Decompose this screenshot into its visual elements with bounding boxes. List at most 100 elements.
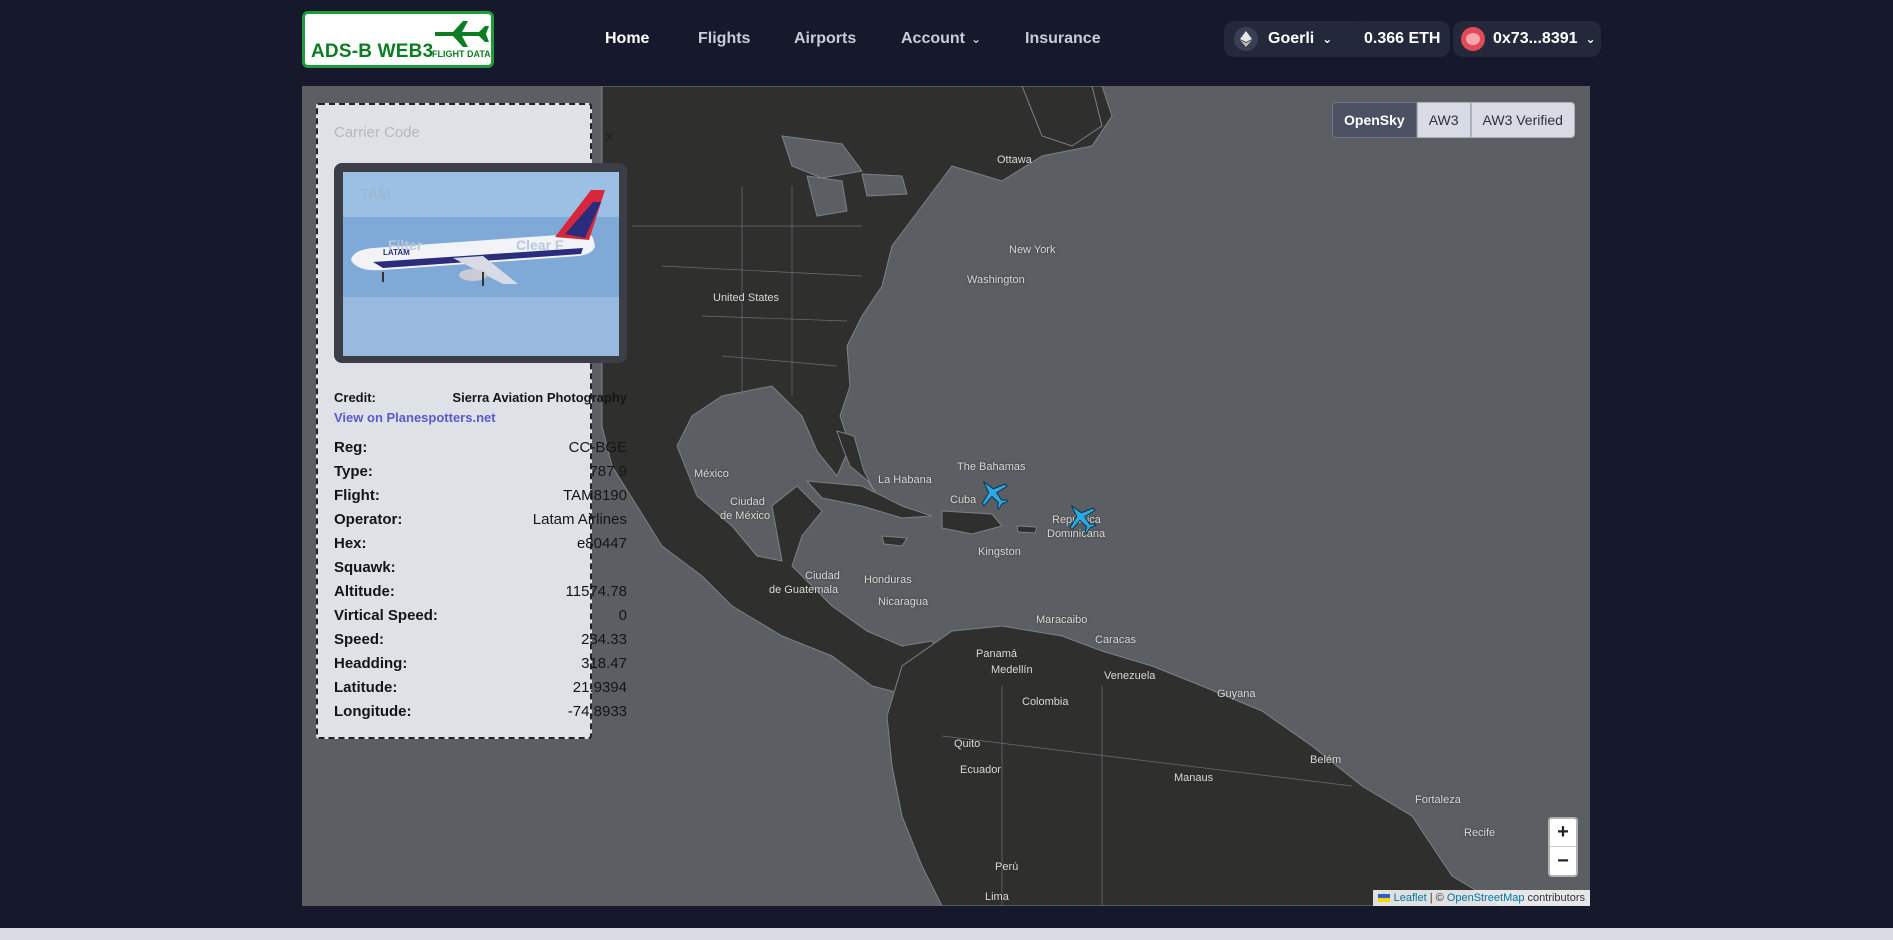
layer-aw3-verified-button[interactable]: AW3 Verified	[1470, 102, 1575, 138]
detail-row-hex: Hex: e80447	[334, 531, 627, 555]
map-label-ottawa: Ottawa	[997, 154, 1032, 166]
nav-insurance[interactable]: Insurance	[1025, 30, 1101, 48]
map-label-ecuador: Ecuador	[960, 764, 1001, 776]
detail-label: Virtical Speed:	[334, 606, 438, 624]
clear-filter-button[interactable]: Clear F	[516, 237, 563, 253]
chevron-down-icon: ⌄	[1322, 32, 1333, 46]
leaflet-link[interactable]: Leaflet	[1394, 892, 1427, 904]
map-label-manaus: Manaus	[1174, 772, 1214, 784]
nav-account-label: Account	[901, 30, 965, 47]
detail-row-type: Type: 787 9	[334, 459, 627, 483]
close-icon[interactable]: ×	[604, 127, 615, 149]
nav-account[interactable]: Account ⌄	[901, 30, 981, 48]
detail-label: Altitude:	[334, 582, 395, 600]
detail-label: Speed:	[334, 630, 385, 648]
attribution-contributors: contributors	[1524, 892, 1585, 904]
planespotters-link[interactable]: View on Planespotters.net	[334, 410, 496, 425]
map-label-guyana: Guyana	[1217, 688, 1256, 700]
detail-value: 0	[618, 606, 627, 624]
layer-opensky-button[interactable]: OpenSky	[1332, 102, 1417, 138]
detail-row-latitude: Latitude: 21.9394	[334, 675, 627, 699]
credit-value: Sierra Aviation Photography	[452, 390, 627, 405]
detail-label: Type:	[334, 462, 373, 480]
os-taskbar	[0, 928, 1893, 940]
detail-value: Latam Airlines	[532, 510, 627, 528]
chevron-down-icon: ⌄	[971, 32, 982, 46]
detail-value: 318.47	[581, 654, 627, 672]
detail-label: Flight:	[334, 486, 380, 504]
map-label-panama: Panamá	[976, 648, 1017, 660]
ukraine-flag-icon	[1377, 894, 1390, 903]
map-label-washington: Washington	[967, 274, 1025, 286]
map-attribution: Leaflet | © OpenStreetMap contributors	[1372, 890, 1590, 906]
map-label-maracaibo: Maracaibo	[1036, 614, 1088, 626]
map-label-belem: Belém	[1310, 754, 1342, 766]
zoom-in-button[interactable]: +	[1550, 819, 1576, 847]
detail-value: e80447	[576, 534, 627, 552]
layer-aw3-button[interactable]: AW3	[1416, 102, 1471, 138]
credit-label: Credit:	[334, 390, 376, 405]
detail-row-squawk: Squawk:	[334, 555, 627, 579]
balance-display[interactable]: 0.366 ETH	[1354, 21, 1451, 57]
map-label-lima: Lima	[985, 891, 1009, 903]
detail-row-vertical-speed: Virtical Speed: 0	[334, 603, 627, 627]
map-label-de-mexico: de México	[720, 510, 771, 522]
aircraft-details: Reg: CC-BGE Type: 787 9 Flight: TAM8190 Ope…	[334, 435, 627, 723]
map-label-new-york: New York	[1009, 244, 1056, 256]
logo-title: ADS-B WEB3	[311, 41, 434, 62]
account-button[interactable]: 0x73...8391 ⌄	[1453, 21, 1601, 57]
map-label-united-states: United States	[713, 292, 780, 304]
top-navbar: ADS-B WEB3 FLIGHT DATA Home Flights Airp…	[0, 0, 1893, 86]
nav-flights[interactable]: Flights	[698, 30, 750, 48]
map-label-nicaragua: Nicaragua	[878, 596, 929, 608]
map-label-venezuela: Venezuela	[1104, 670, 1156, 682]
detail-row-heading: Headding: 318.47	[334, 651, 627, 675]
network-name: Goerli	[1268, 30, 1315, 47]
zoom-out-button[interactable]: −	[1550, 847, 1576, 875]
photo-credit: Credit: Sierra Aviation Photography	[334, 390, 627, 405]
aircraft-marker-icon[interactable]	[976, 476, 1010, 510]
detail-value: TAM8190	[563, 486, 627, 504]
map-label-colombia: Colombia	[1022, 696, 1069, 708]
detail-row-altitude: Altitude: 11574.78	[334, 579, 627, 603]
map-label-peru: Perú	[995, 861, 1019, 873]
detail-label: Longitude:	[334, 702, 412, 720]
detail-row-longitude: Longitude: -74.8933	[334, 699, 627, 723]
aircraft-marker-icon[interactable]	[1064, 500, 1098, 534]
map-label-de-guatemala: de Guatemala	[769, 584, 839, 596]
detail-value: 11574.78	[565, 582, 627, 600]
detail-label: Reg:	[334, 438, 368, 456]
map-label-quito: Quito	[954, 738, 981, 750]
ethereum-icon	[1234, 27, 1258, 51]
network-selector[interactable]: Goerli ⌄	[1224, 21, 1371, 57]
layer-switcher: OpenSky AW3 AW3 Verified	[1332, 102, 1575, 138]
map-label-bahamas: The Bahamas	[957, 461, 1026, 473]
nav-home[interactable]: Home	[605, 30, 649, 48]
detail-label: Latitude:	[334, 678, 398, 696]
map-label-ciudad-gt: Ciudad	[805, 570, 840, 582]
detail-value: 787 9	[589, 462, 627, 480]
carrier-code-label: Carrier Code	[334, 124, 420, 141]
detail-row-reg: Reg: CC-BGE	[334, 435, 627, 459]
aircraft-info-panel: Carrier Code × LATAM TAM Filter Clear F …	[316, 103, 627, 739]
map-label-medellin: Medellín	[991, 664, 1033, 676]
detail-label: Hex:	[334, 534, 367, 552]
detail-value: CC-BGE	[568, 438, 627, 456]
nav-airports[interactable]: Airports	[794, 30, 856, 48]
map-label-ciudad: Ciudad	[730, 496, 765, 508]
detail-label: Headding:	[334, 654, 408, 672]
carrier-code-value: TAM	[360, 186, 391, 203]
detail-label: Squawk:	[334, 558, 396, 576]
filter-button[interactable]: Filter	[388, 237, 422, 253]
account-address: 0x73...8391	[1493, 30, 1578, 47]
flight-map[interactable]: Ottawa New York Washington United States…	[302, 86, 1590, 906]
map-label-fortaleza: Fortaleza	[1415, 794, 1461, 806]
map-label-cuba: Cuba	[950, 494, 977, 506]
nav-airports-label: Airports	[794, 30, 857, 47]
app-logo[interactable]: ADS-B WEB3 FLIGHT DATA	[302, 11, 494, 68]
logo-subtitle: FLIGHT DATA	[432, 49, 491, 59]
detail-value: -74.8933	[567, 702, 627, 720]
osm-link[interactable]: OpenStreetMap	[1447, 892, 1525, 904]
airplane-logo-icon	[435, 21, 489, 47]
map-label-caracas: Caracas	[1095, 634, 1136, 646]
